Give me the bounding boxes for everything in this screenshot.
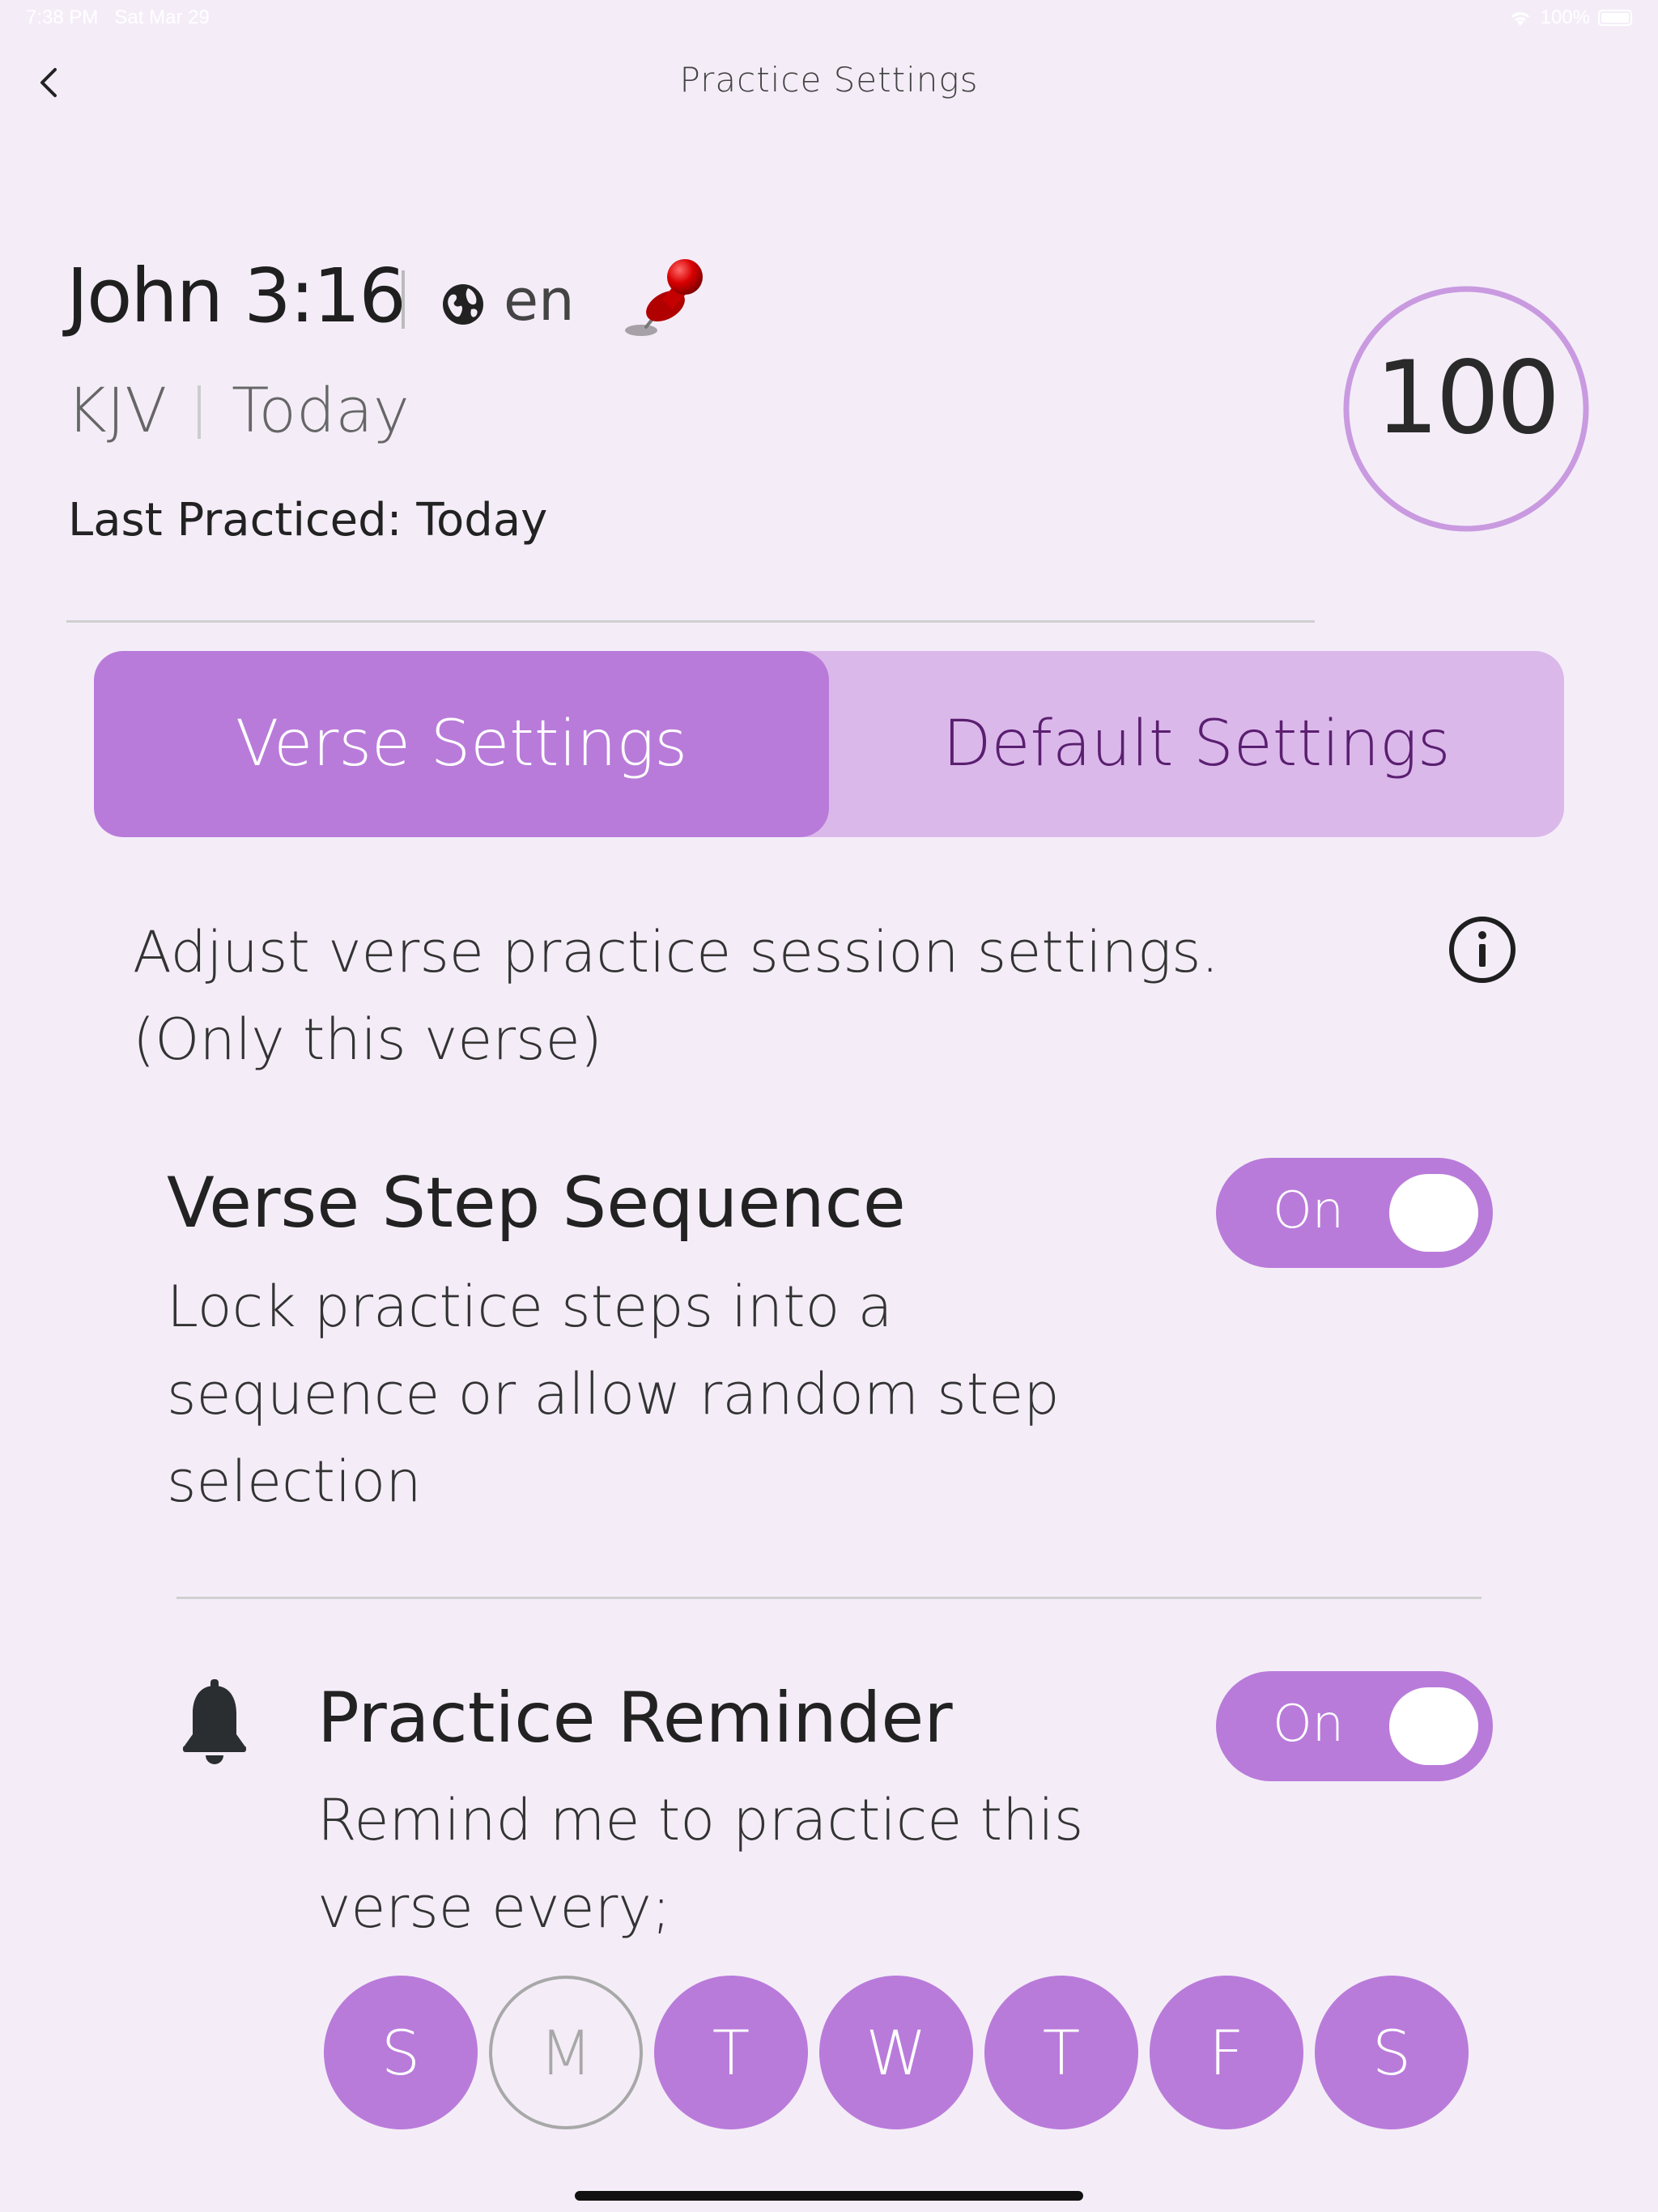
divider bbox=[176, 1597, 1482, 1599]
settings-description: Adjust verse practice session settings. … bbox=[133, 919, 1219, 1073]
status-indicators: 100% bbox=[1508, 6, 1632, 29]
bell-icon bbox=[183, 1679, 246, 1764]
verse-reference: John 3:16 bbox=[66, 253, 406, 339]
day-monday[interactable]: M bbox=[489, 1976, 643, 2129]
status-time: 7:38 PM Sat Mar 29 bbox=[26, 6, 210, 29]
separator bbox=[198, 385, 201, 439]
language-code: en bbox=[504, 267, 575, 334]
settings-tab-bar: Verse Settings Default Settings bbox=[94, 651, 1564, 837]
tab-verse-settings[interactable]: Verse Settings bbox=[94, 651, 829, 837]
status-date-text: Sat Mar 29 bbox=[114, 6, 210, 28]
reminder-toggle[interactable]: On bbox=[1216, 1671, 1493, 1781]
tab-label: Verse Settings bbox=[236, 708, 687, 781]
home-indicator[interactable] bbox=[575, 2191, 1083, 2201]
wifi-icon bbox=[1511, 12, 1529, 26]
tab-default-settings[interactable]: Default Settings bbox=[829, 651, 1564, 837]
battery-icon bbox=[1598, 10, 1632, 26]
separator bbox=[402, 270, 405, 329]
reminder-description: Remind me to practice this verse every; bbox=[317, 1787, 1084, 1941]
page-title: Practice Settings bbox=[679, 60, 979, 100]
bible-version: KJV bbox=[66, 374, 168, 446]
step-sequence-description: Lock practice steps into a sequence or a… bbox=[167, 1274, 1060, 1515]
step-sequence-toggle[interactable]: On bbox=[1216, 1158, 1493, 1268]
tab-label: Default Settings bbox=[942, 708, 1451, 781]
mastery-score: 100 bbox=[1375, 340, 1561, 457]
toggle-knob bbox=[1389, 1174, 1478, 1252]
toggle-knob bbox=[1389, 1687, 1478, 1765]
day-tuesday[interactable]: T bbox=[654, 1976, 808, 2129]
day-sunday[interactable]: S bbox=[324, 1976, 478, 2129]
step-sequence-title: Verse Step Sequence bbox=[167, 1163, 906, 1244]
toggle-label: On bbox=[1273, 1694, 1345, 1753]
pushpin-icon[interactable] bbox=[615, 253, 712, 350]
day-wednesday[interactable]: W bbox=[819, 1976, 973, 2129]
globe-icon bbox=[443, 284, 483, 325]
verse-date: Today bbox=[232, 374, 410, 446]
battery-percent: 100% bbox=[1540, 6, 1590, 28]
last-practiced: Last Practiced: Today bbox=[68, 494, 548, 547]
day-saturday[interactable]: S bbox=[1315, 1976, 1469, 2129]
reminder-days: S M T W T F S bbox=[324, 1976, 1469, 2129]
divider bbox=[66, 620, 1315, 623]
toggle-label: On bbox=[1273, 1180, 1345, 1240]
reminder-title: Practice Reminder bbox=[317, 1678, 953, 1759]
info-icon[interactable] bbox=[1448, 915, 1517, 985]
day-thursday[interactable]: T bbox=[984, 1976, 1138, 2129]
status-time-text: 7:38 PM bbox=[26, 6, 99, 28]
day-friday[interactable]: F bbox=[1150, 1976, 1303, 2129]
